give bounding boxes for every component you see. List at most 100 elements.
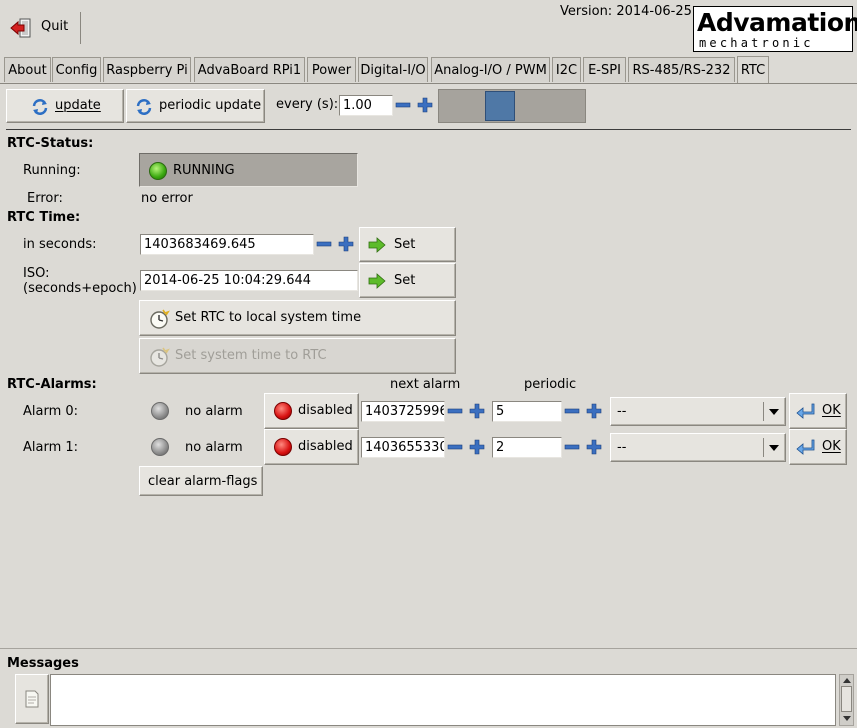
- tab-advaboard-rpi1[interactable]: AdvaBoard RPi1: [194, 57, 305, 82]
- clock-icon: [150, 347, 170, 367]
- advamation-logo: Advamation mechatronic: [693, 6, 857, 52]
- rtc-time-heading: RTC Time:: [7, 210, 81, 225]
- next-alarm-header: next alarm: [390, 377, 461, 392]
- next-alarm-decrement-button[interactable]: [445, 438, 465, 456]
- alarm-state: no alarm: [185, 440, 243, 455]
- periodic-decrement-button[interactable]: [562, 402, 582, 420]
- alarm-mode-value: --: [617, 440, 627, 455]
- periodic-input[interactable]: 2: [492, 437, 562, 458]
- minus-icon: [564, 444, 580, 450]
- every-decrement-button[interactable]: [393, 96, 413, 114]
- set-iso-label: Set: [394, 273, 416, 288]
- quit-label: Quit: [41, 19, 69, 34]
- alarm-ok-button[interactable]: OK: [789, 429, 847, 465]
- document-icon: [25, 690, 39, 708]
- alarm-enable-toggle[interactable]: disabled: [264, 429, 359, 465]
- tab-analog-i-o-pwm[interactable]: Analog-I/O / PWM: [431, 57, 550, 82]
- next-alarm-increment-button[interactable]: [467, 402, 487, 420]
- alarm-mode-select[interactable]: --: [610, 433, 786, 462]
- tab-baseline: [0, 83, 857, 84]
- tab-config[interactable]: Config: [52, 57, 101, 82]
- set-seconds-label: Set: [394, 237, 416, 252]
- activity-indicator-block: [485, 91, 515, 121]
- running-value: RUNNING: [173, 163, 235, 178]
- enter-arrow-icon: [796, 439, 815, 455]
- periodic-increment-button[interactable]: [584, 402, 604, 420]
- clock-icon: [150, 309, 170, 329]
- periodic-decrement-button[interactable]: [562, 438, 582, 456]
- periodic-input[interactable]: 5: [492, 401, 562, 422]
- every-increment-button[interactable]: [415, 96, 435, 114]
- minus-icon: [447, 408, 463, 414]
- minus-icon: [316, 241, 332, 247]
- version-label: Version: 2014-06-25: [560, 4, 692, 19]
- update-button[interactable]: update: [6, 89, 124, 123]
- iso-label: ISO:: [23, 266, 50, 281]
- iso-label-sub: (seconds+epoch): [23, 281, 137, 296]
- set-iso-button[interactable]: Set: [359, 263, 456, 298]
- tab-e-spi[interactable]: E-SPI: [583, 57, 626, 82]
- toolbar-separator: [6, 129, 851, 130]
- running-status-box: RUNNING: [139, 153, 358, 187]
- refresh-icon: [31, 98, 49, 120]
- tab-power[interactable]: Power: [307, 57, 356, 82]
- seconds-input[interactable]: 1403683469.645: [140, 234, 314, 255]
- plus-icon: [586, 403, 602, 419]
- clear-alarm-flags-label: clear alarm-flags: [148, 474, 258, 489]
- alarm-mode-select[interactable]: --: [610, 397, 786, 426]
- clear-alarm-flags-button[interactable]: clear alarm-flags: [139, 466, 263, 496]
- set-system-time-button[interactable]: Set system time to RTC: [139, 338, 456, 374]
- running-led-icon: [149, 162, 167, 180]
- scrollbar-thumb[interactable]: [841, 686, 852, 712]
- quit-button[interactable]: Quit: [4, 6, 76, 48]
- alarm-label: Alarm 1:: [23, 440, 79, 455]
- alarm-ok-label: OK: [822, 403, 841, 418]
- alarm-state-led-icon: [151, 402, 169, 420]
- set-rtc-to-system-time-button[interactable]: Set RTC to local system time: [139, 300, 456, 336]
- tab-rtc[interactable]: RTC: [737, 56, 769, 83]
- seconds-decrement-button[interactable]: [314, 235, 334, 253]
- messages-clear-button[interactable]: [15, 674, 49, 724]
- error-label: Error:: [27, 191, 63, 206]
- seconds-label: in seconds:: [23, 237, 97, 252]
- alarm-enable-toggle[interactable]: disabled: [264, 393, 359, 429]
- periodic-update-label: periodic update: [159, 98, 262, 113]
- alarm-enable-label: disabled: [298, 439, 353, 454]
- next-alarm-increment-button[interactable]: [467, 438, 487, 456]
- messages-scrollbar[interactable]: [839, 674, 854, 726]
- arrow-right-icon: [368, 273, 386, 289]
- tab-raspberry-pi[interactable]: Raspberry Pi: [103, 57, 191, 82]
- messages-separator: [0, 648, 857, 649]
- alarm-ok-button[interactable]: OK: [789, 393, 847, 429]
- minus-icon: [447, 444, 463, 450]
- tab-digital-i-o[interactable]: Digital-I/O: [358, 57, 428, 82]
- enter-arrow-icon: [796, 403, 815, 419]
- tab-i2c[interactable]: I2C: [552, 57, 581, 82]
- rtc-status-heading: RTC-Status:: [7, 136, 94, 151]
- set-system-label: Set system time to RTC: [175, 348, 327, 363]
- periodic-header: periodic: [524, 377, 577, 392]
- messages-textarea[interactable]: [50, 674, 836, 726]
- alarm-enable-label: disabled: [298, 403, 353, 418]
- periodic-update-button[interactable]: periodic update: [126, 89, 265, 123]
- every-label: every (s):: [276, 97, 339, 112]
- plus-icon: [338, 236, 354, 252]
- combo-divider: [763, 402, 764, 421]
- combo-divider: [763, 438, 764, 457]
- tab-rs-485-rs-232[interactable]: RS-485/RS-232: [628, 57, 735, 82]
- periodic-increment-button[interactable]: [584, 438, 604, 456]
- disabled-led-icon: [274, 402, 292, 420]
- iso-input[interactable]: 2014-06-25 10:04:29.644: [140, 270, 358, 291]
- next-alarm-decrement-button[interactable]: [445, 402, 465, 420]
- next-alarm-input[interactable]: 1403725996: [361, 401, 445, 422]
- tab-about[interactable]: About: [4, 57, 51, 82]
- minus-icon: [564, 408, 580, 414]
- every-input[interactable]: 1.00: [339, 95, 393, 116]
- alarm-mode-value: --: [617, 404, 627, 419]
- next-alarm-input[interactable]: 1403655330: [361, 437, 445, 458]
- error-value: no error: [141, 191, 193, 206]
- arrow-right-icon: [368, 237, 386, 253]
- update-label: update: [55, 98, 101, 113]
- seconds-increment-button[interactable]: [336, 235, 356, 253]
- set-seconds-button[interactable]: Set: [359, 227, 456, 262]
